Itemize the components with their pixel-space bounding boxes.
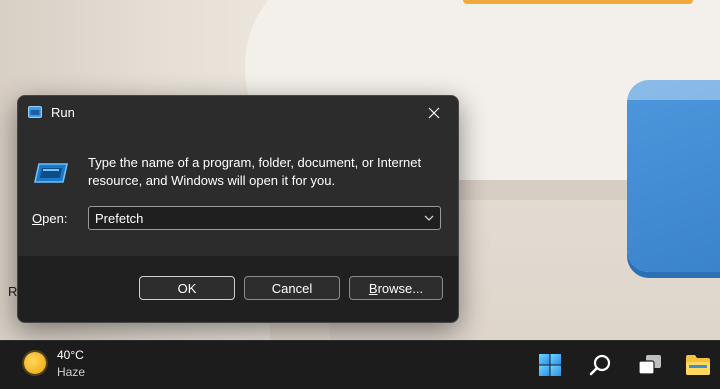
ok-button[interactable]: OK — [139, 276, 235, 300]
task-view-button[interactable] — [634, 349, 666, 381]
search-icon — [589, 354, 611, 376]
wallpaper-shape — [627, 80, 720, 100]
start-button[interactable] — [534, 349, 566, 381]
weather-temperature[interactable]: 40°C — [57, 348, 84, 362]
browse-mnemonic: B — [368, 280, 378, 296]
desktop-partial-text: R — [8, 284, 18, 299]
cancel-button[interactable]: Cancel — [244, 276, 340, 300]
task-view-icon — [638, 355, 661, 375]
taskbar: 40°C Haze — [0, 340, 720, 389]
close-icon — [428, 107, 440, 119]
title-bar[interactable]: Run — [18, 96, 458, 128]
open-label-rest: pen: — [42, 211, 68, 226]
wallpaper-shape — [463, 0, 693, 4]
run-dialog: Run Type the name of a program, folder, … — [17, 95, 459, 323]
windows-start-icon — [539, 354, 561, 376]
browse-label-rest: rowse... — [377, 280, 424, 296]
search-button[interactable] — [584, 349, 616, 381]
file-explorer-button[interactable] — [682, 349, 714, 381]
run-app-icon — [34, 163, 68, 183]
browse-button[interactable]: Browse... — [349, 276, 443, 300]
file-explorer-icon — [686, 355, 710, 375]
open-input[interactable] — [89, 207, 421, 229]
open-label: Open: — [32, 211, 67, 226]
wallpaper-shape — [627, 80, 720, 272]
chevron-down-icon[interactable] — [422, 211, 436, 225]
open-combobox[interactable] — [88, 206, 441, 230]
sun-icon[interactable] — [24, 352, 46, 374]
dialog-title: Run — [51, 105, 75, 120]
run-app-icon — [28, 106, 42, 118]
dialog-description: Type the name of a program, folder, docu… — [88, 155, 422, 188]
close-button[interactable] — [414, 98, 454, 128]
weather-condition[interactable]: Haze — [57, 365, 85, 379]
open-mnemonic: O — [32, 211, 43, 226]
